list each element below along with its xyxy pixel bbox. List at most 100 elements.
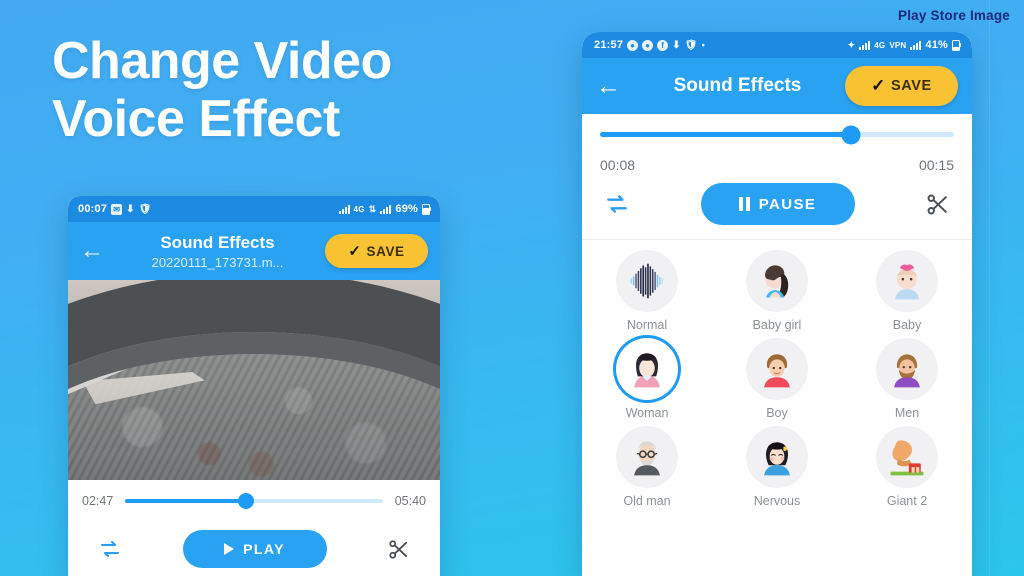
- wifi-icon: ⇅: [368, 203, 377, 214]
- app-bar-title: Sound Effects: [673, 75, 802, 96]
- baby-icon-glyph: [885, 259, 929, 303]
- shield-icon: 🛡: [684, 39, 698, 51]
- seek-knob[interactable]: [841, 125, 861, 144]
- effect-label: Nervous: [753, 494, 801, 508]
- men-icon-glyph: [885, 347, 929, 391]
- dot-icon: •: [701, 40, 705, 50]
- giant2-icon-glyph: [885, 435, 929, 479]
- effect-item-old-man[interactable]: Old man: [582, 426, 712, 508]
- effect-label: Boy: [766, 406, 788, 420]
- status-time: 00:07: [78, 203, 108, 215]
- play-button[interactable]: PLAY: [182, 530, 327, 568]
- chat2-icon: ●: [642, 39, 654, 51]
- left-phone-mockup: 00:07 ✉ ⬇ 🛡 4G ⇅ 69% ← Sound Effects 202…: [68, 196, 440, 576]
- save-button[interactable]: ✓ SAVE: [325, 234, 428, 268]
- vpn-icon: VPN: [889, 40, 907, 50]
- signal2-icon: [380, 204, 392, 214]
- pause-button[interactable]: PAUSE: [700, 183, 855, 225]
- download-icon: ⬇: [672, 39, 681, 51]
- save-button-label: SAVE: [891, 78, 932, 94]
- cabin-window-frame: [68, 332, 440, 480]
- boy-icon-glyph: [755, 347, 799, 391]
- baby-icon[interactable]: [876, 250, 938, 312]
- effects-grid: Normal Baby girl Baby Woman Boy Men Old man Ner…: [582, 240, 972, 508]
- right-time-row: 00:08 00:15: [600, 157, 954, 173]
- background-seam: [989, 0, 990, 576]
- left-seek-row: 02:47 05:40: [82, 493, 426, 509]
- total-time: 00:15: [918, 157, 954, 173]
- effect-item-normal[interactable]: Normal: [582, 250, 712, 332]
- play-store-image-badge: Play Store Image: [898, 8, 1010, 23]
- effect-item-baby-girl[interactable]: Baby girl: [712, 250, 842, 332]
- seek-bar[interactable]: [125, 493, 383, 509]
- effect-item-nervous[interactable]: Nervous: [712, 426, 842, 508]
- battery-percent: 69%: [395, 203, 418, 215]
- play-button-label: PLAY: [243, 541, 285, 557]
- effect-label: Old man: [623, 494, 671, 508]
- right-status-bar: 21:57 ● ● f ⬇ 🛡 • ✦ 4G VPN 41%: [582, 32, 972, 58]
- network-icon: 4G: [874, 40, 886, 50]
- poster-canvas: Play Store Image Change Video Voice Effe…: [0, 0, 1024, 576]
- total-time: 05:40: [394, 494, 426, 508]
- save-button-label: SAVE: [366, 243, 405, 259]
- seek-fill: [125, 499, 247, 503]
- right-app-bar: ← Sound Effects ✓ SAVE: [582, 58, 972, 114]
- effect-item-giant-2[interactable]: Giant 2: [842, 426, 972, 508]
- effect-label: Men: [894, 406, 920, 420]
- effect-label: Baby girl: [752, 318, 802, 332]
- right-player-panel: 00:08 00:15 PAUSE: [582, 114, 972, 225]
- current-time: 00:08: [600, 157, 636, 173]
- back-arrow-icon[interactable]: ←: [596, 73, 630, 99]
- effect-item-woman[interactable]: Woman: [582, 338, 712, 420]
- woman-icon[interactable]: [616, 338, 678, 400]
- loop-icon[interactable]: [604, 193, 630, 215]
- scissors-icon[interactable]: [925, 192, 950, 217]
- men-icon[interactable]: [876, 338, 938, 400]
- signal-icon: [338, 204, 350, 214]
- headline-line-1: Change Video: [52, 32, 392, 90]
- loop-icon[interactable]: [98, 539, 122, 559]
- baby-girl-icon[interactable]: [746, 250, 808, 312]
- left-transport-row: PLAY: [82, 530, 426, 568]
- right-phone-mockup: 21:57 ● ● f ⬇ 🛡 • ✦ 4G VPN 41% ← Sound E…: [582, 32, 972, 576]
- left-app-bar: ← Sound Effects 20220111_173731.m... ✓ S…: [68, 222, 440, 280]
- left-app-bar-titles: Sound Effects 20220111_173731.m...: [110, 233, 325, 270]
- old-man-icon-glyph: [625, 435, 669, 479]
- effect-label: Woman: [625, 406, 669, 420]
- effect-item-men[interactable]: Men: [842, 338, 972, 420]
- boy-icon[interactable]: [746, 338, 808, 400]
- download-icon: ⬇: [126, 203, 135, 215]
- check-icon: ✓: [348, 243, 362, 260]
- old-man-icon[interactable]: [616, 426, 678, 488]
- baby-girl-icon-glyph: [755, 259, 799, 303]
- save-button[interactable]: ✓ SAVE: [845, 66, 958, 106]
- giant2-icon[interactable]: [876, 426, 938, 488]
- check-icon: ✓: [871, 76, 887, 95]
- back-arrow-icon[interactable]: ←: [80, 239, 110, 263]
- effect-item-baby[interactable]: Baby: [842, 250, 972, 332]
- signal2-icon: [910, 40, 922, 50]
- woman-icon-glyph: [625, 347, 669, 391]
- nervous-icon[interactable]: [746, 426, 808, 488]
- seek-knob[interactable]: [238, 493, 255, 509]
- video-preview[interactable]: [68, 280, 440, 480]
- scissors-icon[interactable]: [387, 538, 410, 561]
- effect-item-boy[interactable]: Boy: [712, 338, 842, 420]
- nervous-icon-glyph: [755, 435, 799, 479]
- seek-fill: [600, 132, 852, 137]
- battery-icon: [952, 39, 961, 51]
- waveform-icon[interactable]: [616, 250, 678, 312]
- play-icon: [224, 543, 235, 555]
- battery-percent: 41%: [925, 39, 948, 51]
- left-player-panel: 02:47 05:40 PLAY: [68, 480, 440, 568]
- right-seek-row: [600, 125, 954, 144]
- chat-icon: ●: [627, 39, 639, 51]
- status-time: 21:57: [594, 39, 624, 51]
- network-icon: 4G: [353, 204, 365, 214]
- effect-label: Normal: [626, 318, 668, 332]
- waveform-icon-glyph: [625, 259, 669, 303]
- app-bar-title: Sound Effects: [160, 232, 275, 252]
- seek-bar[interactable]: [600, 125, 954, 144]
- message-icon: ✉: [111, 203, 123, 215]
- page-title: Change Video Voice Effect: [52, 32, 522, 148]
